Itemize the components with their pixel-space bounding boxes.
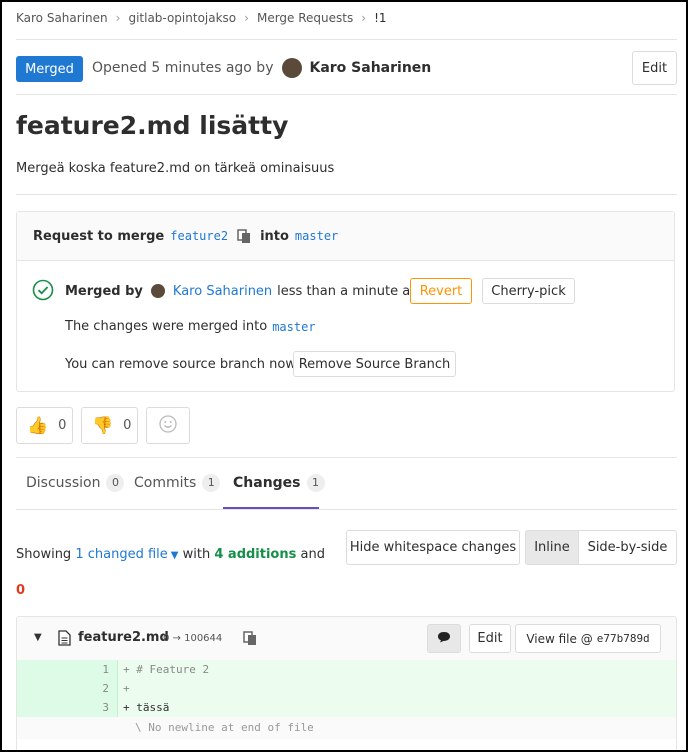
merged-into-row: The changes were merged into master xyxy=(65,319,316,334)
tab-count: 0 xyxy=(106,474,125,492)
revert-button[interactable]: Revert xyxy=(410,278,472,304)
mr-description: Mergeä koska feature2.md on tärkeä omina… xyxy=(16,161,335,176)
caret-down-icon[interactable]: ▼ xyxy=(171,550,179,561)
old-line-number[interactable] xyxy=(17,660,67,679)
old-line-number[interactable] xyxy=(17,698,67,717)
additions-count: 4 additions xyxy=(214,547,297,562)
merged-into-text: The changes were merged into xyxy=(65,319,268,334)
tab-count: 1 xyxy=(202,474,221,492)
changed-files-dropdown[interactable]: 1 changed file xyxy=(75,547,167,562)
remove-branch-text: You can remove source branch now xyxy=(65,357,296,372)
comment-icon xyxy=(437,631,451,647)
no-newline-row: \ No newline at end of file xyxy=(17,717,676,739)
breadcrumb-user[interactable]: Karo Saharinen xyxy=(16,11,108,25)
breadcrumb: Karo Saharinen › gitlab-opintojakso › Me… xyxy=(16,9,387,27)
with-text: with xyxy=(182,547,211,562)
file-mode: 0 → 100644 xyxy=(163,633,223,644)
merged-into-branch[interactable]: master xyxy=(272,320,315,334)
thumbsup-icon: 👍 xyxy=(27,415,49,436)
target-branch[interactable]: master xyxy=(295,229,338,243)
view-file-button[interactable]: View file @ e77b789d xyxy=(515,624,661,653)
opened-text: Opened 5 minutes ago by xyxy=(92,60,274,76)
thumbsdown-icon: 👎 xyxy=(92,415,114,436)
and-text: and xyxy=(300,547,325,562)
tab-changes[interactable]: Changes 1 xyxy=(233,474,325,492)
no-newline-text: \ No newline at end of file xyxy=(135,721,314,734)
diff-line: 1 + # Feature 2 xyxy=(17,660,676,679)
tab-label: Changes xyxy=(233,475,301,491)
file-name[interactable]: feature2.md xyxy=(78,630,169,645)
divider xyxy=(16,457,677,458)
divider xyxy=(16,194,677,195)
tab-label: Commits xyxy=(134,475,197,491)
tab-discussion[interactable]: Discussion 0 xyxy=(26,474,125,492)
copy-path-icon[interactable] xyxy=(243,631,257,650)
avatar[interactable] xyxy=(282,58,303,78)
file-icon xyxy=(58,630,71,650)
line-content: + tässä xyxy=(123,701,170,714)
hide-whitespace-button[interactable]: Hide whitespace changes xyxy=(346,530,520,565)
request-prefix: Request to merge xyxy=(33,228,165,244)
diff-file: ▼ feature2.md 0 → 100644 Edit View file … xyxy=(16,616,677,750)
merged-by-user[interactable]: Karo Saharinen xyxy=(173,284,272,299)
merge-widget: Request to merge feature2 into master Me… xyxy=(16,211,675,392)
smiley-icon xyxy=(159,414,177,437)
edit-file-button[interactable]: Edit xyxy=(469,624,511,653)
status-badge: Merged xyxy=(16,56,83,82)
line-content: + xyxy=(123,682,130,695)
breadcrumb-project[interactable]: gitlab-opintojakso xyxy=(128,11,236,25)
view-file-label: View file @ xyxy=(526,631,593,646)
breadcrumb-separator: › xyxy=(115,11,121,25)
source-branch[interactable]: feature2 xyxy=(170,229,228,243)
deletions-count: 0 xyxy=(16,583,26,598)
edit-mr-button[interactable]: Edit xyxy=(632,51,677,85)
breadcrumb-separator: › xyxy=(361,11,367,25)
thumbsup-award[interactable]: 👍 0 xyxy=(16,407,73,444)
app-window: Karo Saharinen › gitlab-opintojakso › Me… xyxy=(2,2,686,750)
tab-label: Discussion xyxy=(26,475,101,491)
side-by-side-button[interactable]: Side-by-side xyxy=(578,530,677,565)
divider xyxy=(16,39,677,40)
breadcrumb-separator: › xyxy=(244,11,249,25)
avatar[interactable] xyxy=(150,284,165,298)
thumbsup-count: 0 xyxy=(58,418,67,433)
toggle-comments-button[interactable] xyxy=(427,624,461,653)
tab-commits[interactable]: Commits 1 xyxy=(134,474,221,492)
line-content: + # Feature 2 xyxy=(123,663,210,676)
thumbsdown-award[interactable]: 👎 0 xyxy=(81,407,138,444)
page-title: feature2.md lisätty xyxy=(16,111,289,140)
new-line-number[interactable]: 3 xyxy=(67,698,118,717)
thumbsdown-count: 0 xyxy=(123,418,132,433)
diff-line: 2 + xyxy=(17,679,676,698)
into-text: into xyxy=(260,228,289,244)
merged-by-row: Merged by Karo Saharinen less than a min… xyxy=(65,281,426,301)
commit-sha: e77b789d xyxy=(596,632,650,645)
author-link[interactable]: Karo Saharinen xyxy=(309,60,431,76)
new-line-number[interactable]: 2 xyxy=(67,679,118,698)
tab-count: 1 xyxy=(306,474,325,492)
merged-time: less than a minute ago xyxy=(277,283,427,299)
merge-widget-header: Request to merge feature2 into master xyxy=(17,212,674,261)
divider xyxy=(16,94,677,95)
old-line-number[interactable] xyxy=(17,679,67,698)
merged-by-label: Merged by xyxy=(65,283,143,299)
diff-file-header: ▼ feature2.md 0 → 100644 Edit View file … xyxy=(17,617,676,661)
add-reaction-button[interactable] xyxy=(146,407,190,444)
breadcrumb-merge-requests[interactable]: Merge Requests xyxy=(257,11,353,25)
breadcrumb-mr-id[interactable]: !1 xyxy=(374,11,386,25)
showing-text: Showing xyxy=(16,547,72,562)
copy-branch-icon[interactable] xyxy=(237,228,251,244)
opened-info: Opened 5 minutes ago by Karo Saharinen xyxy=(92,58,431,78)
diff-line: 3 + tässä xyxy=(17,698,676,717)
new-line-number[interactable]: 1 xyxy=(67,660,118,679)
collapse-caret-icon[interactable]: ▼ xyxy=(34,632,42,643)
merged-check-icon xyxy=(32,279,54,301)
inline-view-button[interactable]: Inline xyxy=(525,530,579,565)
divider xyxy=(16,509,677,510)
remove-source-branch-button[interactable]: Remove Source Branch xyxy=(293,351,456,377)
cherry-pick-button[interactable]: Cherry-pick xyxy=(482,278,575,304)
